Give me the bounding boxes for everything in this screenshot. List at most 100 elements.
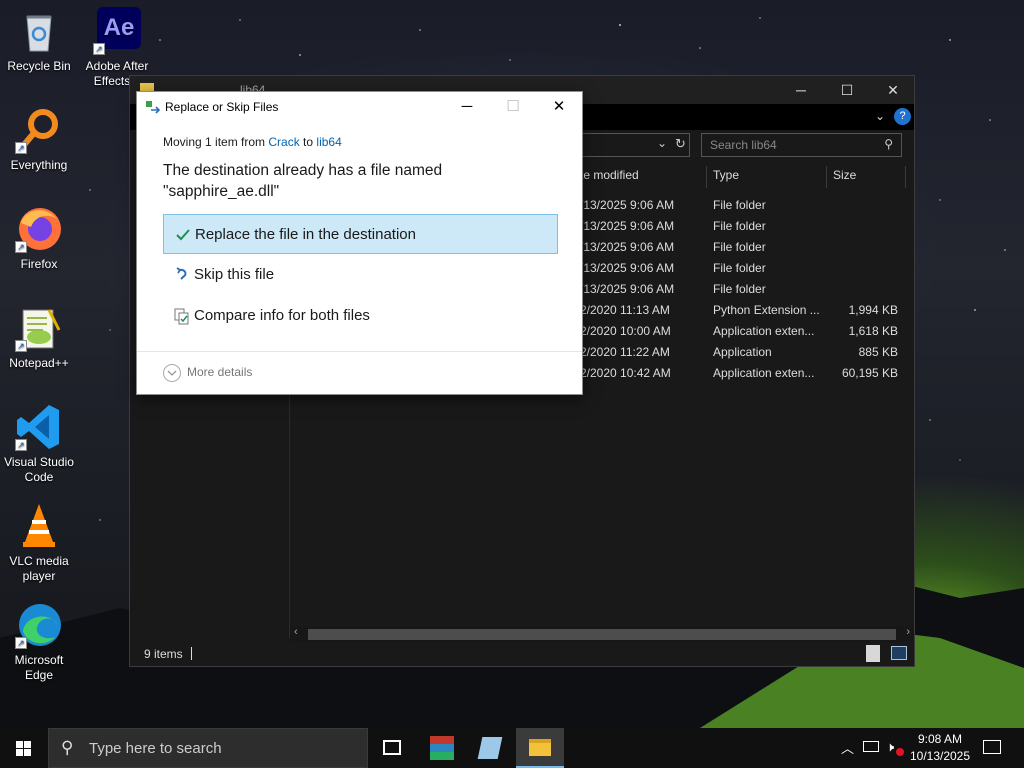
skip-file-label: Skip this file: [194, 266, 275, 283]
winrar-icon: [430, 736, 454, 760]
desktop-icon-vscode[interactable]: ↗ Visual Studio Code: [1, 403, 77, 485]
row-date: /13/2025 9:06 AM: [580, 198, 675, 212]
horizontal-scrollbar[interactable]: ‹ ›: [290, 626, 914, 642]
notification-icon: [983, 740, 1001, 754]
taskbar-app-winrar[interactable]: [418, 728, 466, 768]
muted-badge-icon: [896, 748, 904, 756]
column-header-size[interactable]: Size: [833, 168, 856, 188]
desktop-icon-firefox[interactable]: ↗ Firefox: [1, 205, 77, 272]
scrollbar-thumb[interactable]: [308, 629, 896, 640]
details-view-icon[interactable]: [866, 645, 880, 662]
network-icon: [863, 741, 879, 752]
skip-file-option[interactable]: Skip this file: [163, 255, 558, 295]
dialog-title: Replace or Skip Files: [165, 100, 279, 114]
desktop-icon-label: Visual Studio Code: [4, 455, 74, 484]
explorer-search-input[interactable]: Search lib64 ⚲: [701, 133, 902, 157]
help-icon[interactable]: ?: [894, 108, 911, 125]
row-type: File folder: [713, 198, 766, 212]
more-details-label: More details: [187, 365, 253, 380]
desktop-icon-label: VLC media player: [9, 554, 69, 583]
row-date: 2/2020 10:00 AM: [580, 324, 671, 338]
search-icon: ⚲: [61, 738, 74, 757]
conflict-message-line1: The destination already has a file named: [163, 162, 443, 179]
large-icons-view-icon[interactable]: [891, 646, 907, 660]
row-date: 2/2020 10:42 AM: [580, 366, 671, 380]
column-separator[interactable]: [905, 166, 906, 188]
action-center-button[interactable]: [978, 728, 1008, 768]
row-size: 1,994 KB: [848, 303, 898, 317]
scroll-left-arrow-icon[interactable]: ‹: [294, 626, 298, 638]
conflict-filename: "sapphire_ae.dll": [163, 183, 280, 200]
source-folder-link[interactable]: Crack: [268, 135, 299, 149]
row-type: File folder: [713, 282, 766, 296]
volume-tray-button[interactable]: 🕨: [884, 728, 906, 768]
start-button[interactable]: [0, 728, 48, 768]
replace-or-skip-dialog[interactable]: Replace or Skip Files ─ ☐ ✕ Moving 1 ite…: [136, 91, 583, 395]
column-header-date-modified[interactable]: te modified: [580, 168, 639, 188]
shortcut-arrow-icon: ↗: [93, 43, 105, 55]
row-type: Application exten...: [713, 366, 815, 380]
dialog-close-button[interactable]: ✕: [536, 92, 582, 122]
dialog-minimize-button[interactable]: ─: [444, 92, 490, 122]
replace-file-option[interactable]: Replace the file in the destination: [163, 214, 558, 254]
desktop-icon-vlc[interactable]: VLC media player: [1, 502, 77, 584]
edge-icon: ↗: [15, 601, 63, 649]
shortcut-arrow-icon: ↗: [15, 241, 27, 253]
taskbar-app-notepad[interactable]: [466, 728, 514, 768]
vscode-icon: ↗: [15, 403, 63, 451]
status-divider: [191, 647, 192, 660]
row-date: 2/2020 11:22 AM: [580, 345, 670, 359]
skip-arrow-icon: [173, 266, 191, 284]
row-type: Application: [713, 345, 772, 359]
column-header-type[interactable]: Type: [713, 168, 739, 188]
search-placeholder: Search lib64: [710, 138, 777, 152]
row-type: File folder: [713, 261, 766, 275]
row-size: 1,618 KB: [848, 324, 898, 338]
search-icon: ⚲: [884, 137, 893, 151]
maximize-button[interactable]: ☐: [824, 76, 870, 104]
address-bar[interactable]: ⌄ ↻: [582, 133, 690, 157]
desktop-icon-notepad-plus-plus[interactable]: ↗ Notepad++: [1, 304, 77, 371]
notepad-plus-plus-icon: ↗: [15, 304, 63, 352]
clock-date: 10/13/2025: [909, 749, 971, 763]
taskbar-app-file-explorer[interactable]: [516, 728, 564, 768]
desktop-icon-edge[interactable]: ↗ Microsoft Edge: [1, 601, 77, 683]
desktop-icon-recycle-bin[interactable]: Recycle Bin: [1, 7, 77, 74]
network-tray-button[interactable]: [860, 728, 882, 768]
destination-folder-link[interactable]: lib64: [316, 135, 341, 149]
task-view-button[interactable]: [368, 728, 416, 768]
chevron-down-icon: [163, 364, 181, 382]
dialog-footer: More details: [137, 351, 582, 394]
refresh-icon[interactable]: ↻: [675, 136, 686, 152]
taskbar-search-box[interactable]: ⚲ Type here to search: [48, 728, 368, 768]
compare-files-option[interactable]: Compare info for both files: [163, 296, 558, 336]
firefox-icon: ↗: [15, 205, 63, 253]
more-details-toggle[interactable]: More details: [163, 364, 252, 382]
column-separator[interactable]: [706, 166, 707, 188]
row-type: Application exten...: [713, 324, 815, 338]
chevron-down-icon[interactable]: ⌄: [657, 136, 667, 150]
show-hidden-icons-button[interactable]: ︿: [838, 728, 856, 768]
compare-files-icon: [173, 307, 191, 325]
clock[interactable]: 9:08 AM 10/13/2025: [908, 728, 972, 768]
dialog-titlebar[interactable]: Replace or Skip Files ─ ☐ ✕: [137, 92, 582, 122]
minimize-button[interactable]: ─: [778, 76, 824, 104]
close-button[interactable]: ✕: [870, 76, 916, 104]
row-size: 885 KB: [858, 345, 898, 359]
chevron-up-icon: ︿: [841, 741, 855, 756]
after-effects-icon: Ae ↗: [93, 7, 141, 55]
to-word: to: [299, 135, 317, 149]
scroll-right-arrow-icon[interactable]: ›: [906, 626, 910, 638]
desktop-icon-everything[interactable]: ↗ Everything: [1, 106, 77, 173]
item-count: 9 items: [144, 647, 183, 661]
ribbon-expand-chevron-icon[interactable]: ⌄: [875, 109, 885, 123]
taskbar-search-placeholder: Type here to search: [89, 740, 222, 757]
row-size: 60,195 KB: [841, 366, 898, 380]
row-type: File folder: [713, 219, 766, 233]
row-date: 2/2020 11:13 AM: [580, 303, 670, 317]
column-separator[interactable]: [826, 166, 827, 188]
file-move-icon: [146, 101, 161, 114]
row-date: /13/2025 9:06 AM: [580, 282, 675, 296]
clock-time: 9:08 AM: [917, 732, 963, 746]
windows-logo-icon: [16, 741, 31, 756]
